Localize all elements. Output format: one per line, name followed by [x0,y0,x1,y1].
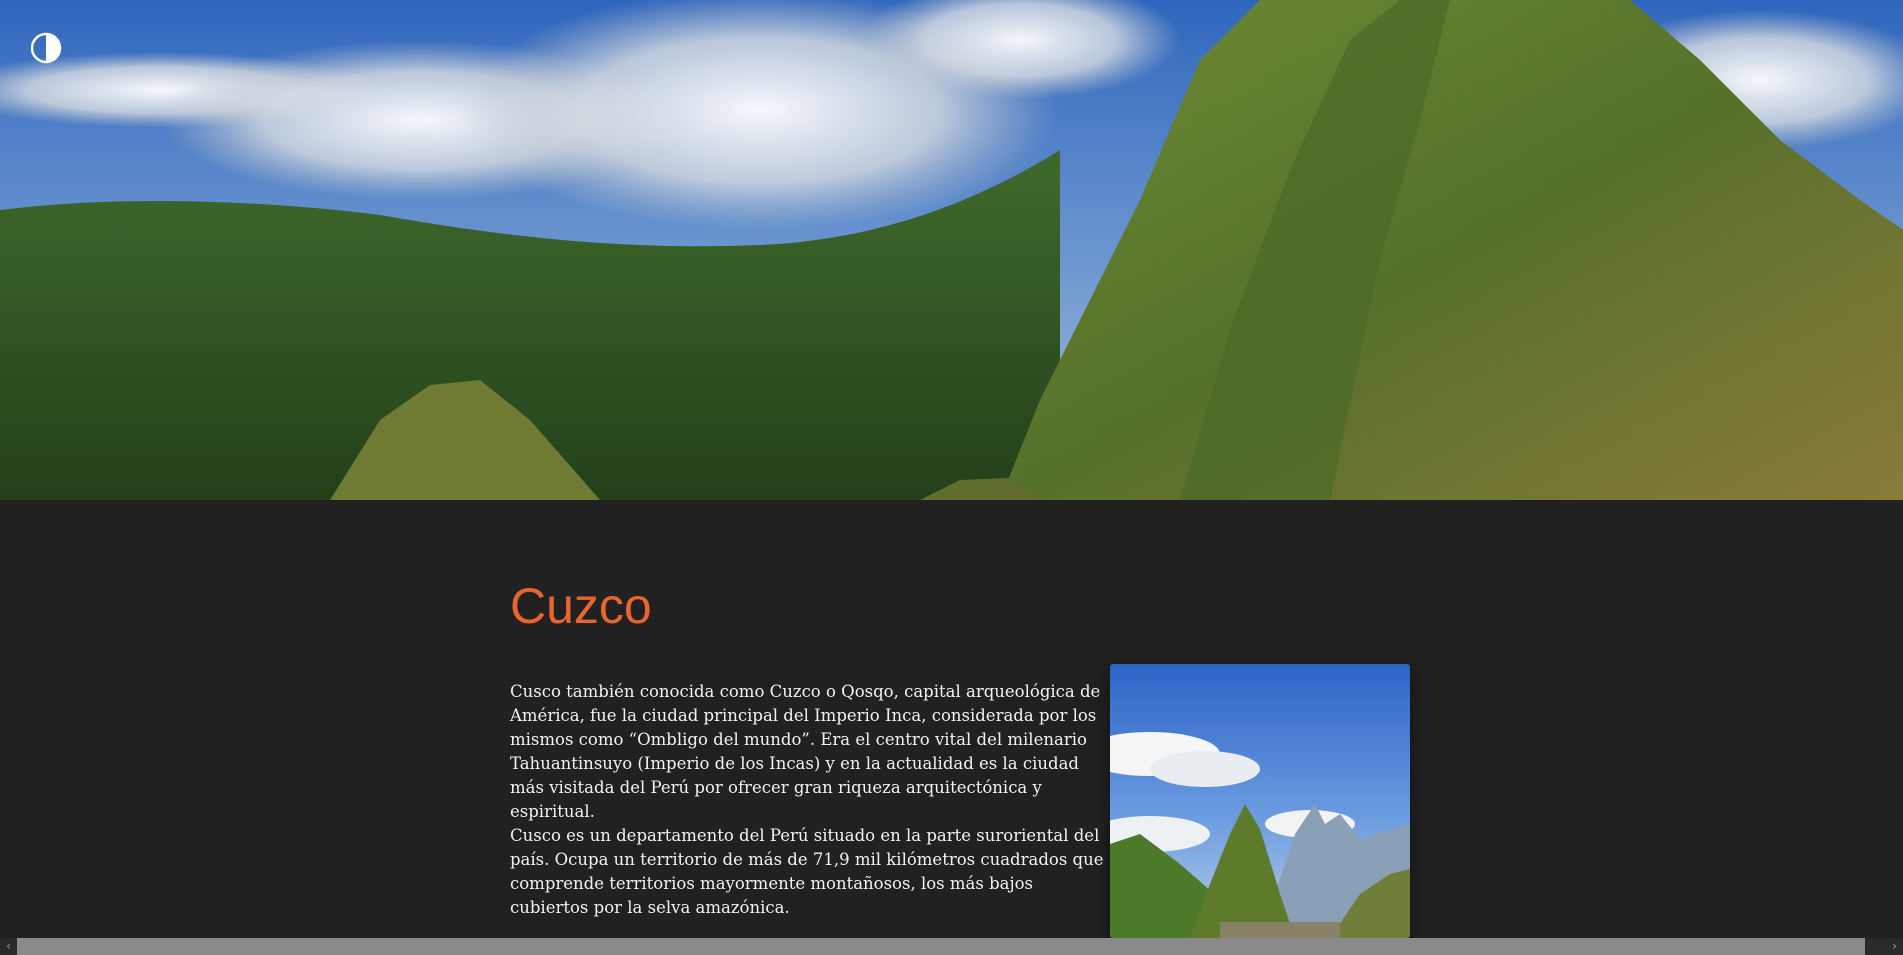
theme-toggle-button[interactable] [30,32,62,64]
hero-landscape-illustration [0,0,1903,500]
article-section: Cuzco Cusco también conocida como Cuzco … [510,500,1410,938]
hero-banner-image [0,0,1903,500]
half-circle-contrast-icon [30,32,62,64]
machu-picchu-image [1110,664,1410,938]
scrollbar-thumb[interactable] [17,938,1865,955]
scroll-right-arrow-icon[interactable]: › [1886,938,1903,955]
scroll-left-arrow-icon[interactable]: ‹ [0,938,17,955]
horizontal-scrollbar[interactable]: ‹ › [0,938,1903,955]
article-paragraph: Cusco también conocida como Cuzco o Qosq… [510,682,1101,821]
page-title: Cuzco [510,578,652,634]
machu-picchu-illustration [1110,664,1410,938]
article-paragraph: Cusco es un departamento del Perú situad… [510,826,1104,917]
